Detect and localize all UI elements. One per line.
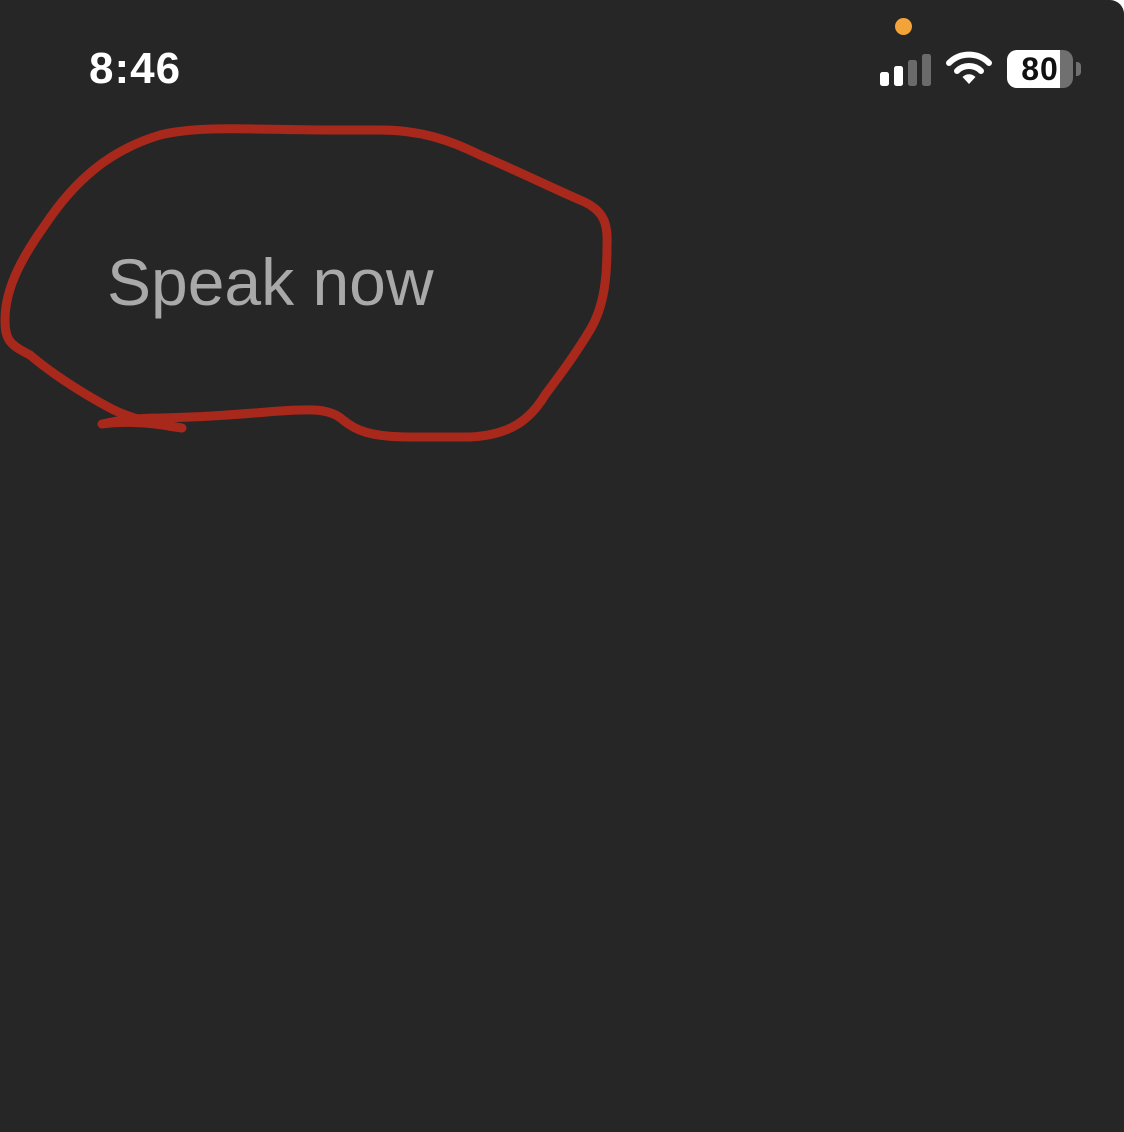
phone-screen: 8:46 80 Speak now bbox=[0, 0, 1124, 1132]
wifi-icon bbox=[946, 51, 992, 84]
microphone-privacy-indicator-icon bbox=[895, 18, 912, 35]
dictation-prompt: Speak now bbox=[107, 245, 434, 319]
cellular-signal-icon bbox=[880, 54, 931, 86]
battery-body: 80 bbox=[1007, 50, 1073, 88]
annotation-circle bbox=[0, 124, 612, 442]
signal-bar-4 bbox=[922, 54, 931, 86]
status-time: 8:46 bbox=[89, 44, 182, 93]
signal-bar-2 bbox=[894, 66, 903, 86]
signal-bar-3 bbox=[908, 60, 917, 86]
signal-bar-1 bbox=[880, 72, 889, 86]
battery-icon: 80 bbox=[1007, 50, 1081, 88]
battery-cap bbox=[1076, 62, 1081, 76]
battery-percent-label: 80 bbox=[1021, 51, 1059, 87]
